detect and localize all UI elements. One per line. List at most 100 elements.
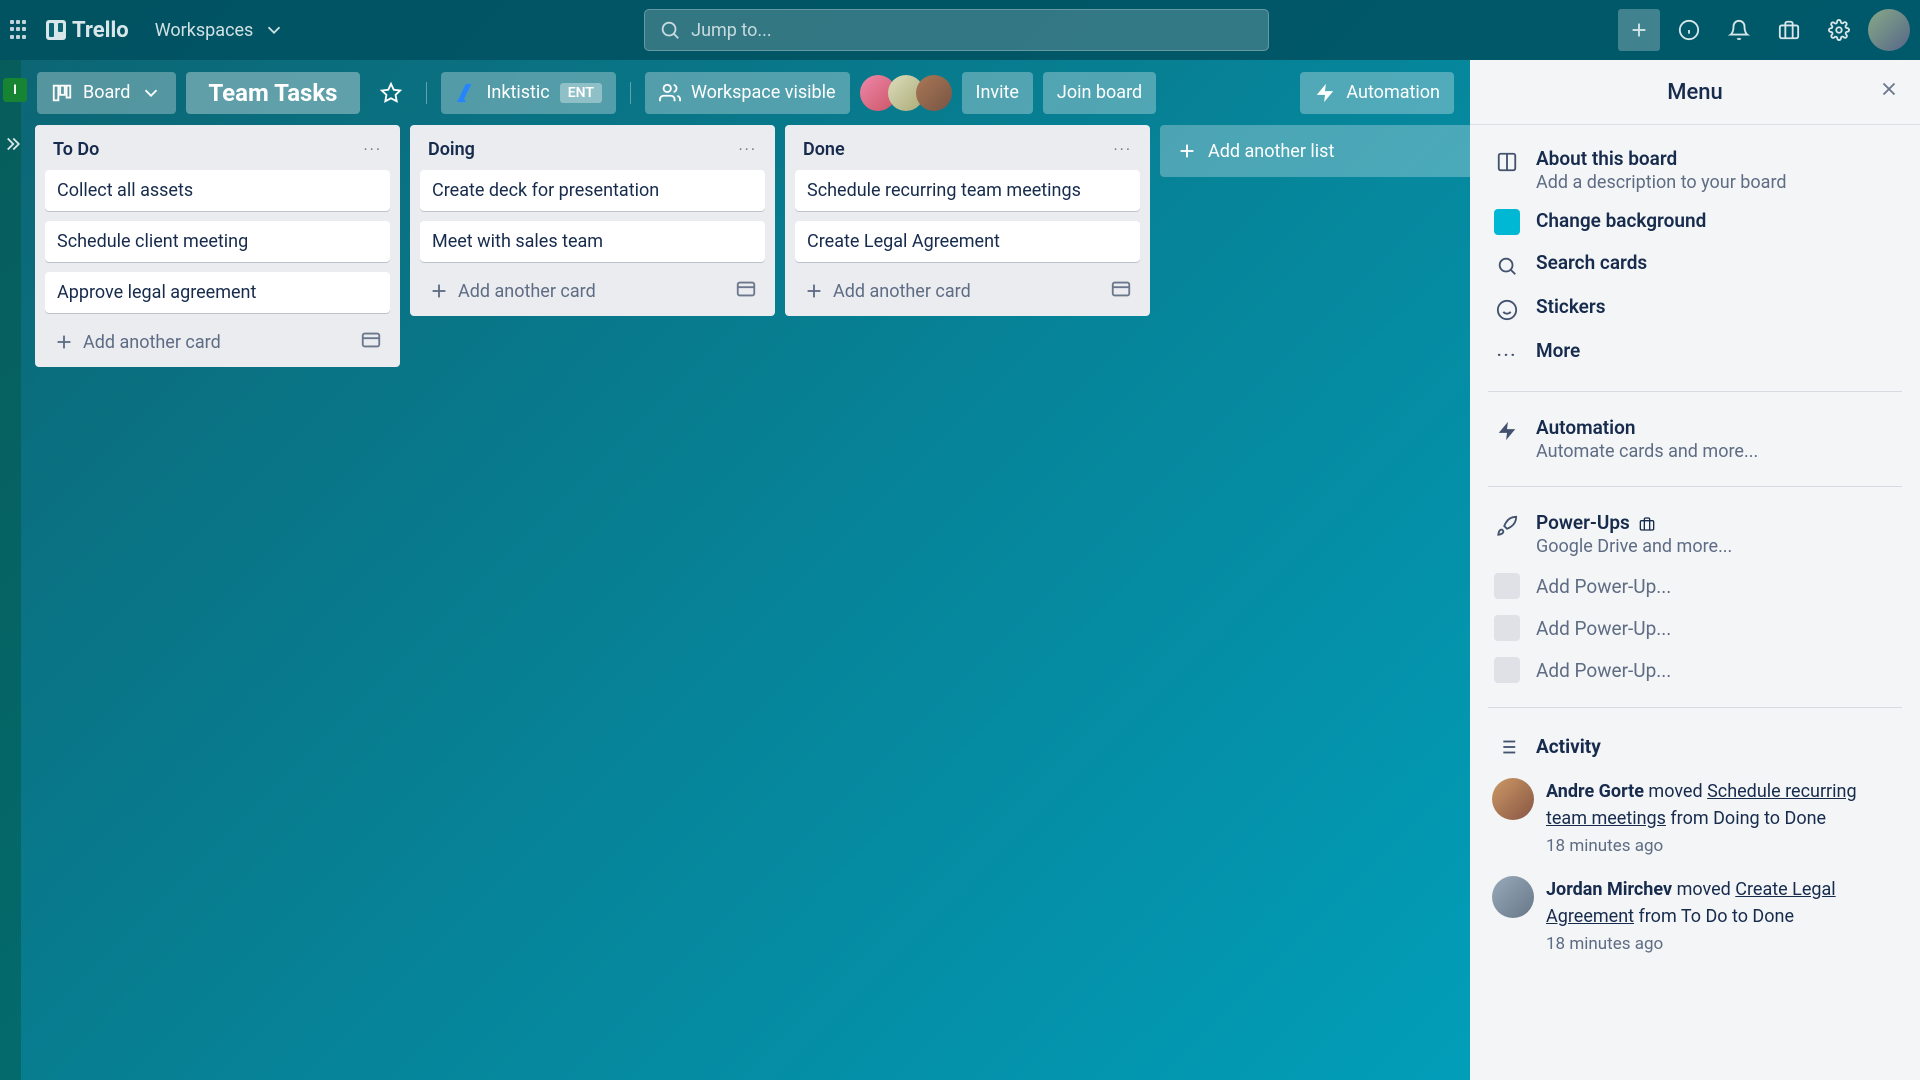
close-menu-button[interactable] <box>1878 78 1900 106</box>
list: To Do ··· Collect all assets Schedule cl… <box>35 125 400 367</box>
sticker-icon <box>1494 297 1520 323</box>
gear-icon <box>1828 19 1850 41</box>
powerup-placeholder-icon <box>1494 657 1520 683</box>
member-avatar[interactable] <box>916 75 952 111</box>
activity-time: 18 minutes ago <box>1546 836 1898 856</box>
activity-avatar[interactable] <box>1492 778 1534 820</box>
bell-icon <box>1728 19 1750 41</box>
board-title: Team Tasks <box>200 79 345 107</box>
add-card-button[interactable]: Add another card <box>428 280 596 302</box>
rocket-icon <box>1494 513 1520 539</box>
divider <box>1488 391 1902 392</box>
divider <box>1488 486 1902 487</box>
menu-title: Menu <box>1667 80 1723 105</box>
card[interactable]: Create Legal Agreement <box>795 221 1140 262</box>
add-card-button[interactable]: Add another card <box>53 331 221 353</box>
menu-powerups[interactable]: Power-Ups Google Drive and more... <box>1488 503 1902 565</box>
bolt-icon <box>1314 82 1336 104</box>
plus-icon <box>803 280 825 302</box>
menu-stickers[interactable]: Stickers <box>1488 287 1902 331</box>
org-chip[interactable]: Inktistic ENT <box>441 72 616 114</box>
add-card-label: Add another card <box>458 281 596 302</box>
card[interactable]: Create deck for presentation <box>420 170 765 211</box>
topbar-left: Trello Workspaces <box>10 13 295 47</box>
board-title-chip[interactable]: Team Tasks <box>186 72 359 114</box>
bolt-icon <box>1494 418 1520 444</box>
workspace-badge[interactable]: I <box>3 78 27 102</box>
list-menu-button[interactable]: ··· <box>738 140 757 159</box>
add-list-button[interactable]: Add another list <box>1160 125 1470 177</box>
menu-item-title: Change background <box>1536 209 1706 232</box>
automation-button[interactable]: Automation <box>1300 72 1454 114</box>
lists-container: To Do ··· Collect all assets Schedule cl… <box>21 125 1470 1080</box>
activity-header: Activity <box>1488 724 1902 768</box>
menu-panel: Menu About this board Add a description … <box>1470 60 1920 1080</box>
template-button[interactable] <box>360 329 382 355</box>
menu-search-cards[interactable]: Search cards <box>1488 243 1902 287</box>
plus-icon <box>53 331 75 353</box>
list: Doing ··· Create deck for presentation M… <box>410 125 775 316</box>
card[interactable]: Meet with sales team <box>420 221 765 262</box>
list-title[interactable]: Done <box>803 139 845 160</box>
menu-more[interactable]: ··· More <box>1488 331 1902 375</box>
expand-sidebar-button[interactable] <box>4 132 28 156</box>
activity-item: Jordan Mirchev moved Create Legal Agreem… <box>1488 866 1902 964</box>
boards-button[interactable] <box>1768 9 1810 51</box>
atlassian-icon <box>455 82 477 104</box>
card[interactable]: Schedule client meeting <box>45 221 390 262</box>
settings-button[interactable] <box>1818 9 1860 51</box>
list-icon <box>1494 734 1520 760</box>
add-powerup-slot[interactable]: Add Power-Up... <box>1488 565 1902 607</box>
add-powerup-slot[interactable]: Add Power-Up... <box>1488 649 1902 691</box>
menu-about-board[interactable]: About this board Add a description to yo… <box>1488 139 1902 201</box>
activity-time: 18 minutes ago <box>1546 934 1898 954</box>
apps-switcher-icon[interactable] <box>10 20 30 40</box>
plus-icon <box>428 280 450 302</box>
info-button[interactable] <box>1668 9 1710 51</box>
invite-button[interactable]: Invite <box>962 72 1033 114</box>
card[interactable]: Collect all assets <box>45 170 390 211</box>
create-button[interactable] <box>1618 9 1660 51</box>
search-bar[interactable] <box>644 9 1269 51</box>
star-icon <box>380 82 402 104</box>
visibility-chip[interactable]: Workspace visible <box>645 72 850 114</box>
add-card-label: Add another card <box>83 332 221 353</box>
topbar-right <box>1618 9 1910 51</box>
search-input[interactable] <box>691 20 1254 41</box>
list-title[interactable]: To Do <box>53 139 99 160</box>
view-switcher[interactable]: Board <box>37 72 176 114</box>
workspaces-dropdown[interactable]: Workspaces <box>145 13 296 47</box>
list-title[interactable]: Doing <box>428 139 475 160</box>
card[interactable]: Approve legal agreement <box>45 272 390 313</box>
member-stack[interactable] <box>860 75 952 111</box>
chevron-down-icon <box>140 82 162 104</box>
activity-avatar[interactable] <box>1492 876 1534 918</box>
list-menu-button[interactable]: ··· <box>1113 140 1132 159</box>
star-button[interactable] <box>370 72 412 114</box>
menu-content: About this board Add a description to yo… <box>1470 125 1920 1080</box>
template-icon <box>1110 278 1132 300</box>
add-card-button[interactable]: Add another card <box>803 280 971 302</box>
visibility-label: Workspace visible <box>691 82 836 103</box>
automation-label: Automation <box>1346 82 1440 103</box>
menu-change-background[interactable]: Change background <box>1488 201 1902 243</box>
template-button[interactable] <box>735 278 757 304</box>
menu-automation[interactable]: Automation Automate cards and more... <box>1488 408 1902 470</box>
divider <box>630 82 631 104</box>
menu-item-sub: Automate cards and more... <box>1536 441 1896 462</box>
notifications-button[interactable] <box>1718 9 1760 51</box>
board-icon <box>1494 149 1520 175</box>
activity-text: Jordan Mirchev moved Create Legal Agreem… <box>1546 876 1898 930</box>
info-icon <box>1678 19 1700 41</box>
org-badge: ENT <box>560 83 602 103</box>
list-menu-button[interactable]: ··· <box>363 140 382 159</box>
board-area: Board Team Tasks Inktistic ENT Workspace… <box>21 60 1470 1080</box>
user-avatar[interactable] <box>1868 9 1910 51</box>
join-board-button[interactable]: Join board <box>1043 72 1156 114</box>
topbar: Trello Workspaces <box>0 0 1920 60</box>
logo[interactable]: Trello <box>46 18 129 43</box>
template-button[interactable] <box>1110 278 1132 304</box>
card[interactable]: Schedule recurring team meetings <box>795 170 1140 211</box>
sidebar-collapsed: I <box>0 60 21 1080</box>
add-powerup-slot[interactable]: Add Power-Up... <box>1488 607 1902 649</box>
